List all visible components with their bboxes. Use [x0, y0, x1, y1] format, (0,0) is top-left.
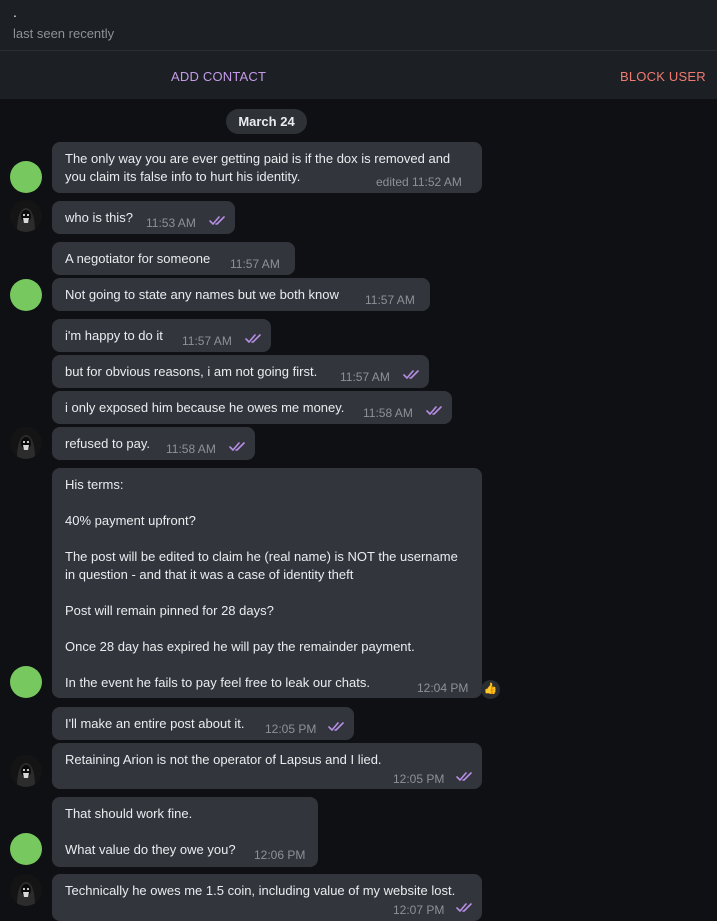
message-time: 11:53 AM	[146, 216, 196, 230]
contact-action-bar: ADD CONTACT BLOCK USER	[0, 50, 717, 99]
message-time: 12:05 PM	[265, 722, 317, 736]
message-text: Once 28 day has expired he will pay the …	[65, 639, 415, 654]
message-bubble[interactable]: refused to pay. 11:58 AM	[52, 427, 255, 460]
message-bubble[interactable]: Technically he owes me 1.5 coin, includi…	[52, 874, 482, 921]
double-check-icon	[456, 772, 474, 782]
message-text: The post will be edited to claim he (rea…	[65, 549, 458, 564]
message-bubble[interactable]: who is this? 11:53 AM	[52, 201, 235, 234]
double-check-icon	[456, 903, 474, 913]
message-bubble[interactable]: but for obvious reasons, i am not going …	[52, 355, 429, 388]
chat-header[interactable]: . last seen recently	[0, 0, 717, 50]
date-separator: March 24	[226, 109, 307, 134]
message-list[interactable]: March 24 The only way you are ever getti…	[0, 99, 717, 921]
message-text: What value do they owe you?	[65, 842, 236, 857]
avatar[interactable]	[10, 279, 42, 311]
message-text: Technically he owes me 1.5 coin, includi…	[65, 883, 456, 898]
double-check-icon	[426, 406, 444, 416]
message-text: you claim its false info to hurt his ide…	[65, 169, 301, 184]
message-time: 12:05 PM	[393, 772, 445, 786]
double-check-icon	[328, 722, 346, 732]
double-check-icon	[403, 370, 421, 380]
message-text: A negotiator for someone	[65, 251, 211, 266]
message-text: I'll make an entire post about it.	[65, 716, 245, 731]
block-user-button[interactable]: BLOCK USER	[620, 69, 706, 84]
message-time: 12:04 PM	[417, 681, 469, 695]
message-text: 40% payment upfront?	[65, 513, 196, 528]
avatar[interactable]	[10, 755, 42, 787]
message-time: 11:58 AM	[363, 406, 413, 420]
add-contact-button[interactable]: ADD CONTACT	[171, 69, 266, 84]
contact-status: last seen recently	[13, 26, 115, 41]
message-bubble[interactable]: Not going to state any names but we both…	[52, 278, 430, 311]
message-text: refused to pay.	[65, 436, 151, 451]
message-text: His terms:	[65, 477, 124, 492]
message-text: That should work fine.	[65, 806, 193, 821]
message-time: edited 11:52 AM	[376, 175, 462, 189]
message-text: in question - and that it was a case of …	[65, 567, 354, 582]
message-time: 11:57 AM	[182, 334, 232, 348]
avatar[interactable]	[10, 666, 42, 698]
avatar[interactable]	[10, 200, 42, 232]
avatar[interactable]	[10, 161, 42, 193]
avatar[interactable]	[10, 427, 42, 459]
double-check-icon	[245, 334, 263, 344]
message-text: Not going to state any names but we both…	[65, 287, 339, 302]
message-text: but for obvious reasons, i am not going …	[65, 364, 318, 379]
message-bubble[interactable]: A negotiator for someone 11:57 AM	[52, 242, 295, 275]
thumbs-up-reaction-icon[interactable]: 👍	[481, 680, 500, 699]
double-check-icon	[229, 442, 247, 452]
message-text: Retaining Arion is not the operator of L…	[65, 752, 382, 767]
contact-name: .	[13, 4, 17, 20]
message-bubble[interactable]: That should work fine. What value do the…	[52, 797, 318, 867]
message-time: 11:58 AM	[166, 442, 216, 456]
message-time: 11:57 AM	[365, 293, 415, 307]
double-check-icon	[209, 216, 227, 226]
message-bubble[interactable]: His terms: 40% payment upfront? The post…	[52, 468, 482, 698]
message-time: 12:07 PM	[393, 903, 445, 917]
message-text: Post will remain pinned for 28 days?	[65, 603, 274, 618]
message-bubble[interactable]: i only exposed him because he owes me mo…	[52, 391, 452, 424]
message-text: i'm happy to do it	[65, 328, 163, 343]
message-text: The only way you are ever getting paid i…	[65, 151, 451, 166]
message-bubble[interactable]: Retaining Arion is not the operator of L…	[52, 743, 482, 789]
message-text: i only exposed him because he owes me mo…	[65, 400, 345, 415]
message-text: In the event he fails to pay feel free t…	[65, 675, 370, 690]
message-bubble[interactable]: I'll make an entire post about it. 12:05…	[52, 707, 354, 740]
message-bubble[interactable]: The only way you are ever getting paid i…	[52, 142, 482, 193]
avatar[interactable]	[10, 874, 42, 906]
message-text: who is this?	[65, 210, 133, 225]
message-bubble[interactable]: i'm happy to do it 11:57 AM	[52, 319, 271, 352]
message-time: 11:57 AM	[340, 370, 390, 384]
avatar[interactable]	[10, 833, 42, 865]
message-time: 11:57 AM	[230, 257, 280, 271]
message-time: 12:06 PM	[254, 848, 306, 862]
